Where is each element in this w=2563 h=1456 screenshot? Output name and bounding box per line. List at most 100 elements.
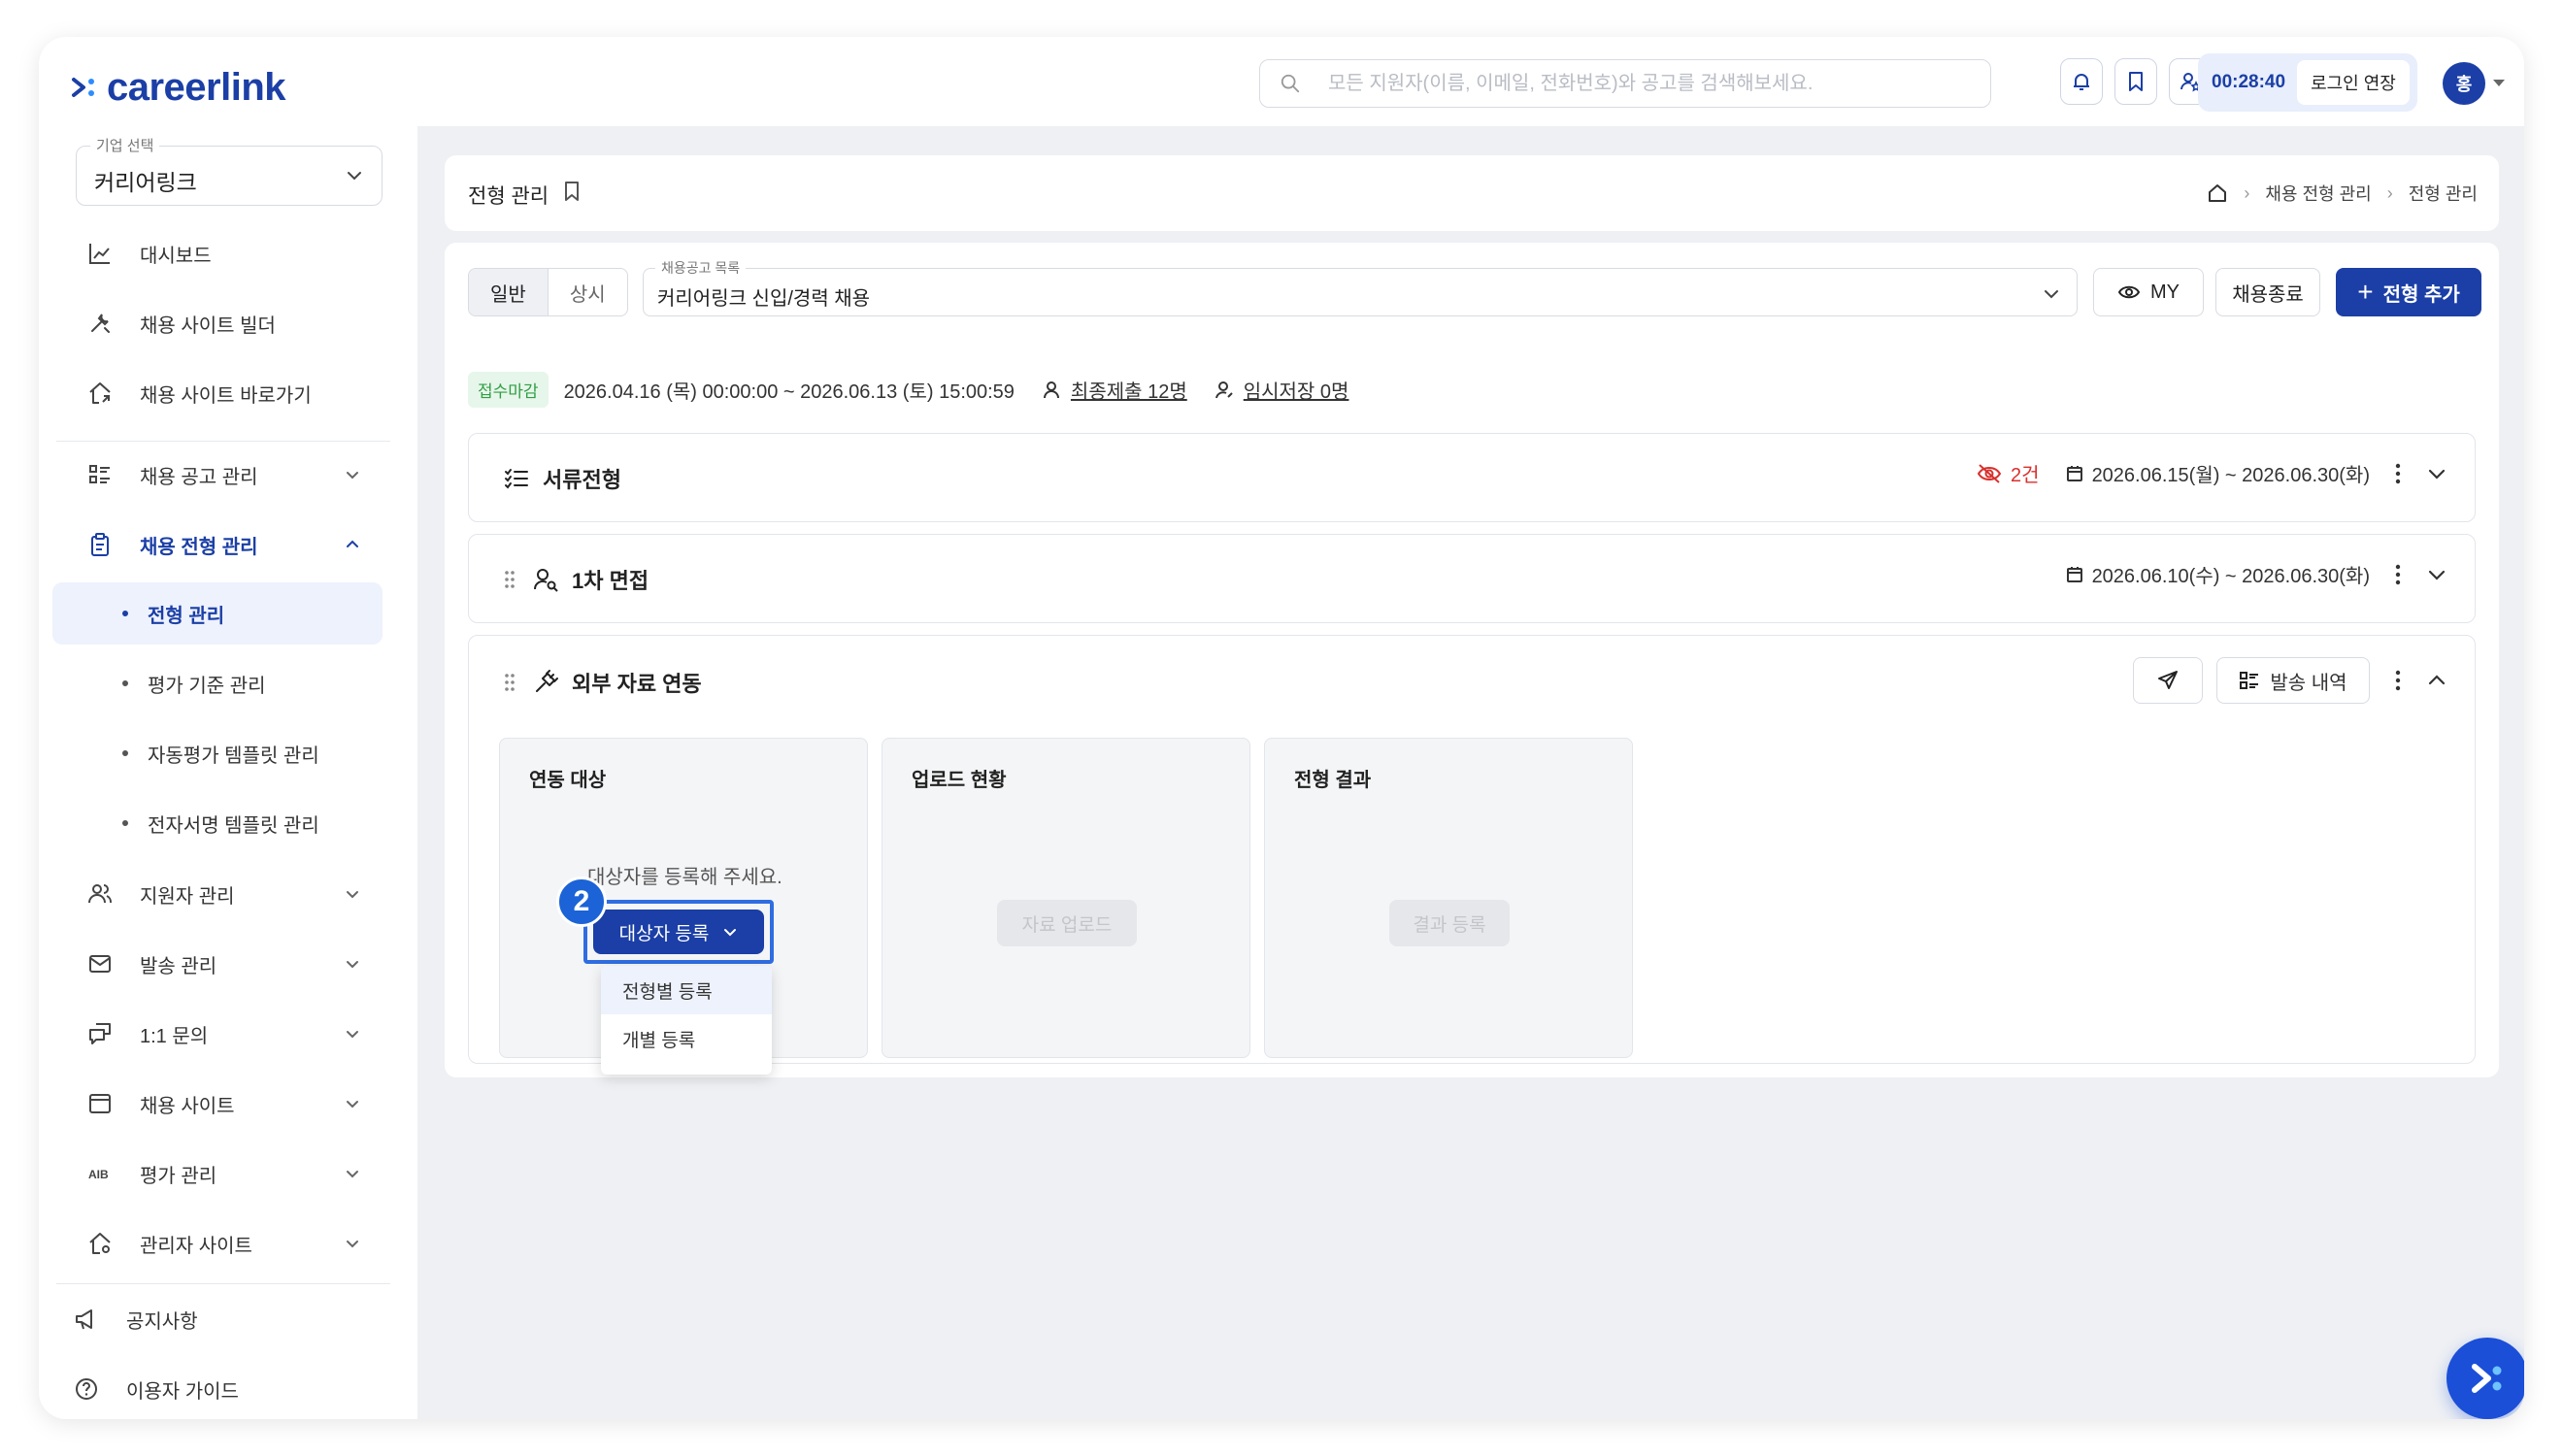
stage-name: 외부 자료 연동: [572, 672, 702, 696]
stage-info: 2건 2026.06.15(월) ~ 2026.06.30(화): [1976, 459, 2447, 487]
drag-handle-icon[interactable]: [504, 570, 516, 589]
menu-item-register-individual[interactable]: 개별 등록: [601, 1014, 772, 1063]
company-select[interactable]: 기업 선택 커리어링크: [76, 135, 383, 206]
sidebar-item-notice[interactable]: 공지사항: [62, 1289, 369, 1349]
stage-document[interactable]: 서류전형 2건 2026.06.15(월) ~ 2026.06.30(화): [468, 433, 2476, 522]
mail-icon: [85, 949, 115, 978]
screening-card: 일반 상시 채용공고 목록 커리어링크 신입/경력 채용 MY 채용종료 + 전…: [445, 243, 2499, 1077]
sidebar-item-guide[interactable]: 이용자 가이드: [62, 1359, 369, 1419]
sidebar-item-label: 공지사항: [126, 1310, 198, 1333]
more-vertical-icon[interactable]: [2395, 463, 2401, 484]
chevron-up-icon: [347, 540, 358, 547]
bullet-dot: [122, 750, 128, 756]
sidebar-item-sending[interactable]: 발송 관리: [76, 934, 383, 994]
company-select-value: 커리어링크: [94, 170, 197, 195]
calendar-icon: [2066, 465, 2082, 481]
sidebar-item-label: 관리자 사이트: [140, 1235, 252, 1257]
sidebar-subitem-screening-manage[interactable]: 전형 관리: [52, 582, 383, 645]
more-vertical-icon[interactable]: [2395, 564, 2401, 585]
sidebar-item-dashboard[interactable]: 대시보드: [76, 223, 383, 283]
logo-mark-icon: [72, 78, 94, 97]
tab-always[interactable]: 상시: [549, 269, 627, 315]
register-result-button[interactable]: 결과 등록: [1389, 900, 1510, 946]
bookmark-button[interactable]: [2114, 58, 2157, 105]
step-badge: 2: [556, 877, 607, 927]
drag-handle-icon[interactable]: [504, 673, 516, 692]
plug-icon: [536, 670, 558, 692]
sidebar-subitem-label: 전형 관리: [148, 605, 225, 627]
sidebar-item-label: 채용 전형 관리: [140, 536, 258, 558]
chevron-down-icon: [347, 891, 358, 899]
register-dropdown-menu: 전형별 등록 개별 등록: [601, 966, 772, 1075]
temp-saved-count: 임시저장 0명: [1243, 381, 1349, 403]
search-icon: [1281, 74, 1300, 93]
final-submit-link[interactable]: 최종제출 12명: [1042, 376, 1187, 404]
sidebar-item-admin-site[interactable]: 관리자 사이트: [76, 1213, 383, 1274]
avatar-caret-icon[interactable]: [2493, 80, 2505, 86]
close-hiring-button[interactable]: 채용종료: [2215, 268, 2320, 316]
panel-title: 전형 결과: [1294, 770, 1372, 791]
chevron-down-icon[interactable]: [2426, 463, 2447, 484]
sidebar-subitem-esign[interactable]: 전자서명 템플릿 관리: [52, 792, 383, 854]
sidebar-subitem-auto-eval[interactable]: 자동평가 템플릿 관리: [52, 722, 383, 784]
more-vertical-icon[interactable]: [2395, 670, 2401, 691]
add-stage-button[interactable]: + 전형 추가: [2336, 268, 2481, 316]
home-icon[interactable]: [2207, 182, 2228, 204]
chevron-right-icon: ›: [2386, 182, 2393, 203]
upload-data-button[interactable]: 자료 업로드: [997, 900, 1137, 946]
megaphone-icon: [72, 1305, 101, 1334]
posting-select-value: 커리어링크 신입/경력 채용: [657, 288, 871, 310]
stage-title: 외부 자료 연동: [504, 667, 702, 698]
sidebar-item-label: 지원자 관리: [140, 885, 235, 908]
session-box: 00:28:40 로그인 연장: [2198, 53, 2417, 112]
chevron-right-icon: ›: [2244, 182, 2250, 203]
chevron-up-icon[interactable]: [2426, 670, 2447, 691]
notification-button[interactable]: [2060, 58, 2103, 105]
sidebar-item-evaluation[interactable]: AIB 평가 관리: [76, 1143, 383, 1204]
breadcrumb-item[interactable]: 채용 전형 관리: [2265, 181, 2371, 206]
menu-item-register-by-stage[interactable]: 전형별 등록: [601, 966, 772, 1014]
hidden-count[interactable]: 2건: [1976, 459, 2040, 487]
send-button[interactable]: [2133, 657, 2203, 704]
browser-icon: [85, 1089, 115, 1118]
avatar[interactable]: 홍: [2443, 62, 2485, 105]
global-search[interactable]: [1259, 59, 1991, 108]
logo[interactable]: careerlink: [68, 66, 286, 109]
sidebar-item-inquiry[interactable]: 1:1 문의: [76, 1004, 383, 1064]
chevron-down-icon[interactable]: [2426, 564, 2447, 585]
sidebar-item-applicants[interactable]: 지원자 관리: [76, 864, 383, 924]
list-icon: [2240, 672, 2259, 689]
stage-interview-1[interactable]: 1차 면접 2026.06.10(수) ~ 2026.06.30(화): [468, 534, 2476, 623]
sidebar-item-label: 채용 사이트: [140, 1095, 235, 1117]
tab-general[interactable]: 일반: [469, 269, 549, 315]
app-window: careerlink 00:28:40 로그인 연장 홍 기업 선택 커리어링크: [39, 37, 2524, 1419]
sidebar-item-job-postings[interactable]: 채용 공고 관리: [76, 445, 383, 505]
temp-saved-link[interactable]: 임시저장 0명: [1215, 376, 1349, 404]
final-submit-count: 최종제출 12명: [1070, 381, 1187, 403]
clipboard-icon: [85, 530, 115, 559]
posting-meta: 접수마감 2026.04.16 (목) 00:00:00 ~ 2026.06.1…: [468, 371, 1349, 408]
sidebar-subitem-label: 평가 기준 관리: [148, 675, 266, 697]
posting-select[interactable]: 채용공고 목록 커리어링크 신입/경력 채용: [643, 258, 2078, 316]
sidebar-item-screening[interactable]: 채용 전형 관리: [76, 514, 383, 575]
sidebar-subitem-criteria[interactable]: 평가 기준 관리: [52, 652, 383, 714]
sidebar-item-site-shortcut[interactable]: 채용 사이트 바로가기: [76, 363, 383, 423]
send-history-button[interactable]: 발송 내역: [2216, 657, 2370, 704]
bookmark-icon[interactable]: [561, 179, 582, 204]
chevron-down-icon: [347, 1241, 358, 1248]
posting-type-tabs: 일반 상시: [468, 268, 628, 316]
my-filter-button[interactable]: MY: [2093, 268, 2204, 316]
bullet-dot: [122, 820, 128, 826]
users-icon: [85, 879, 115, 909]
sidebar-divider: [56, 441, 390, 442]
sidebar-item-label: 이용자 가이드: [126, 1380, 239, 1403]
extend-login-button[interactable]: 로그인 연장: [2297, 60, 2410, 105]
sidebar-item-label: 1:1 문의: [140, 1025, 209, 1047]
sidebar-item-site-builder[interactable]: 채용 사이트 빌더: [76, 293, 383, 353]
chatbot-button[interactable]: [2446, 1338, 2524, 1419]
chevron-down-icon: [347, 1171, 358, 1178]
sidebar-item-career-site[interactable]: 채용 사이트: [76, 1074, 383, 1134]
logo-mark-icon: [2472, 1364, 2502, 1393]
search-input[interactable]: [1328, 72, 1949, 95]
chevron-down-icon: [348, 172, 361, 181]
